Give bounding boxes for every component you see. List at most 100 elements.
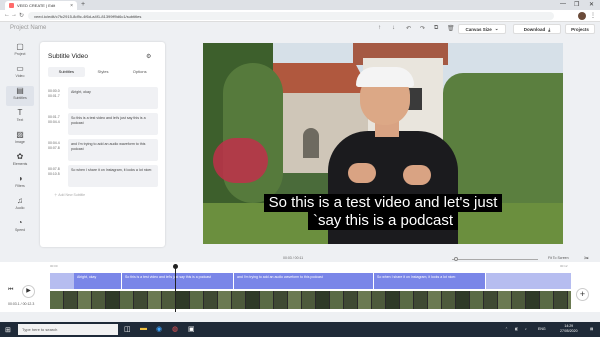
add-subtitle-button[interactable]: ＋ Add New Subtitle (54, 193, 85, 198)
taskbar: ⊞ Type here to search ◫ ▬ ◉ ◍ ▣ ⌃ ◧ ♪ EN… (0, 322, 600, 337)
rail-item-speed[interactable]: ◔ Speed (6, 218, 34, 238)
subtitle-row: 00:01.7 00:04.4 So this is a test video … (48, 113, 158, 135)
tray-arrow-icon[interactable]: ⌃ (505, 327, 508, 331)
reload-icon[interactable]: ↻ (19, 12, 24, 19)
end-time[interactable]: 00:04.4 (48, 120, 66, 125)
video-thumbnail-frame (120, 291, 134, 309)
video-thumbnail-frame (428, 291, 442, 309)
store-icon[interactable]: ▣ (188, 325, 195, 333)
video-thumbnail-frame (316, 291, 330, 309)
end-time[interactable]: 00:07.8 (48, 146, 66, 151)
rail-label: Video (15, 74, 25, 78)
zoom-slider[interactable] (452, 259, 538, 260)
taskbar-search[interactable]: Type here to search (18, 324, 118, 335)
end-time[interactable]: 00:10.5 (48, 172, 66, 177)
video-thumbnail-frame (148, 291, 162, 309)
video-thumbnail-frame (498, 291, 512, 309)
video-thumbnail-frame (218, 291, 232, 309)
rail-item-elements[interactable]: ✿ Elements (6, 152, 34, 172)
subtitle-text[interactable]: Alright, okay (68, 87, 158, 109)
file-explorer-icon[interactable]: ▬ (140, 325, 147, 332)
playhead-handle[interactable] (173, 264, 178, 269)
volume-icon[interactable]: ♪ (525, 327, 527, 331)
tab-styles[interactable]: Styles (85, 67, 122, 77)
subtitle-times: 00:07.8 00:10.5 (48, 167, 66, 177)
rail-label: Project (14, 52, 26, 56)
rail-item-subtitles[interactable]: ▤ Subtitles (6, 86, 34, 106)
task-view-icon[interactable]: ◫ (124, 325, 131, 333)
tab-subtitles[interactable]: Subtitles (48, 67, 85, 77)
video-thumbnail-frame (554, 291, 568, 309)
project-name[interactable]: Project Name (10, 25, 46, 31)
arrow-down-icon[interactable]: ↓ (392, 25, 395, 31)
rail-item-text[interactable]: T Text (6, 108, 34, 128)
windows-start-icon[interactable]: ⊞ (5, 326, 11, 334)
subtitle-segment[interactable]: and I'm trying to add an audio waveform … (234, 273, 374, 289)
back-icon[interactable]: ← (4, 12, 10, 18)
canvas-size-button[interactable]: Canvas Size ⌄ (458, 24, 506, 34)
playhead[interactable] (175, 266, 176, 312)
maximize-button[interactable]: ❐ (574, 1, 579, 8)
settings-icon[interactable]: ⚙ (146, 53, 151, 60)
close-window-button[interactable]: ✕ (589, 1, 594, 8)
subtitle-text[interactable]: So this is a test video and let's just s… (68, 113, 158, 135)
chrome-icon[interactable]: ◍ (172, 325, 178, 333)
projects-button[interactable]: Projects (565, 24, 595, 34)
minimize-button[interactable]: — (560, 1, 566, 7)
new-tab-button[interactable]: + (81, 1, 85, 8)
notifications-icon[interactable]: ▤ (590, 327, 593, 331)
video-thumbnail-frame (568, 291, 571, 309)
subtitle-text[interactable]: and I'm trying to add an audio waveform … (68, 139, 158, 161)
playback-time: 00:03 / 00:11 (283, 256, 304, 260)
browser-tab-bar: VEED CREATE | Edit × + — ❐ ✕ (0, 0, 600, 10)
video-thumbnail-frame (386, 291, 400, 309)
network-icon[interactable]: ◧ (515, 327, 518, 331)
download-label: Download (523, 26, 546, 32)
rail-label: Elements (12, 162, 28, 166)
tab-title: VEED CREATE | Edit (17, 3, 56, 8)
url-field[interactable]: veed.io/edit/c7fc2915-8d9c-4f6d-a4f1-813… (28, 12, 554, 20)
video-preview[interactable]: So this is a test video and let's just `… (203, 43, 563, 244)
subtitle-text[interactable]: So when I share it on Instagram, it look… (68, 165, 158, 187)
subtitle-track[interactable]: Alright, okay So this is a test video an… (50, 273, 571, 289)
clock-date: 27/05/2020 (560, 329, 578, 333)
taskbar-clock[interactable]: 14:29 27/05/2020 (560, 324, 578, 334)
profile-avatar[interactable] (578, 12, 586, 20)
video-track[interactable] (50, 291, 571, 309)
language-indicator[interactable]: ENG (538, 327, 546, 331)
scissors-icon[interactable]: ✂ (584, 255, 589, 262)
subtitle-segment[interactable]: So this is a test video and let's just s… (122, 273, 234, 289)
forward-icon[interactable]: → (11, 12, 17, 18)
skip-back-icon[interactable]: ⏮ (8, 287, 13, 294)
rail-item-image[interactable]: ▨ Image (6, 130, 34, 150)
add-track-button[interactable]: + (576, 288, 589, 301)
rail-item-audio[interactable]: ♫ Audio (6, 196, 34, 216)
arrow-up-icon[interactable]: ↑ (378, 25, 381, 31)
browser-tab[interactable]: VEED CREATE | Edit × (5, 1, 77, 10)
browser-menu-icon[interactable]: ⋮ (590, 12, 596, 19)
rail-item-filters[interactable]: ◑ Filters (6, 174, 34, 194)
download-button[interactable]: Download ⤓ (513, 24, 561, 34)
subtitle-segment[interactable]: So when I share it on Instagram, it look… (374, 273, 486, 289)
subtitle-caption[interactable]: So this is a test video and let's just `… (238, 194, 528, 230)
rail-item-video[interactable]: ▭ Video (6, 64, 34, 84)
video-thumbnail-frame (330, 291, 344, 309)
panel-tabs: Subtitles Styles Options (48, 67, 158, 77)
video-thumbnail-frame (204, 291, 218, 309)
ruler-end: 00:12 (560, 264, 568, 268)
subtitle-segment[interactable]: Alright, okay (74, 273, 122, 289)
tab-options[interactable]: Options (121, 67, 158, 77)
split-icon[interactable]: ⧉ (434, 25, 438, 32)
zoom-slider-handle[interactable] (454, 257, 458, 261)
rail-item-project[interactable]: ▢ Project (6, 42, 34, 62)
tab-close-icon[interactable]: × (70, 3, 73, 9)
video-icon: ▭ (16, 64, 24, 73)
redo-icon[interactable]: ↷ (420, 25, 425, 32)
end-time[interactable]: 00:01.7 (48, 94, 66, 99)
fit-to-screen-select[interactable]: Fit To Screen (548, 256, 569, 260)
edge-icon[interactable]: ◉ (156, 325, 162, 333)
video-thumbnail-frame (526, 291, 540, 309)
undo-icon[interactable]: ↶ (406, 25, 411, 32)
play-button[interactable]: ▶ (22, 285, 35, 298)
delete-icon[interactable]: 🗑 (447, 25, 455, 32)
